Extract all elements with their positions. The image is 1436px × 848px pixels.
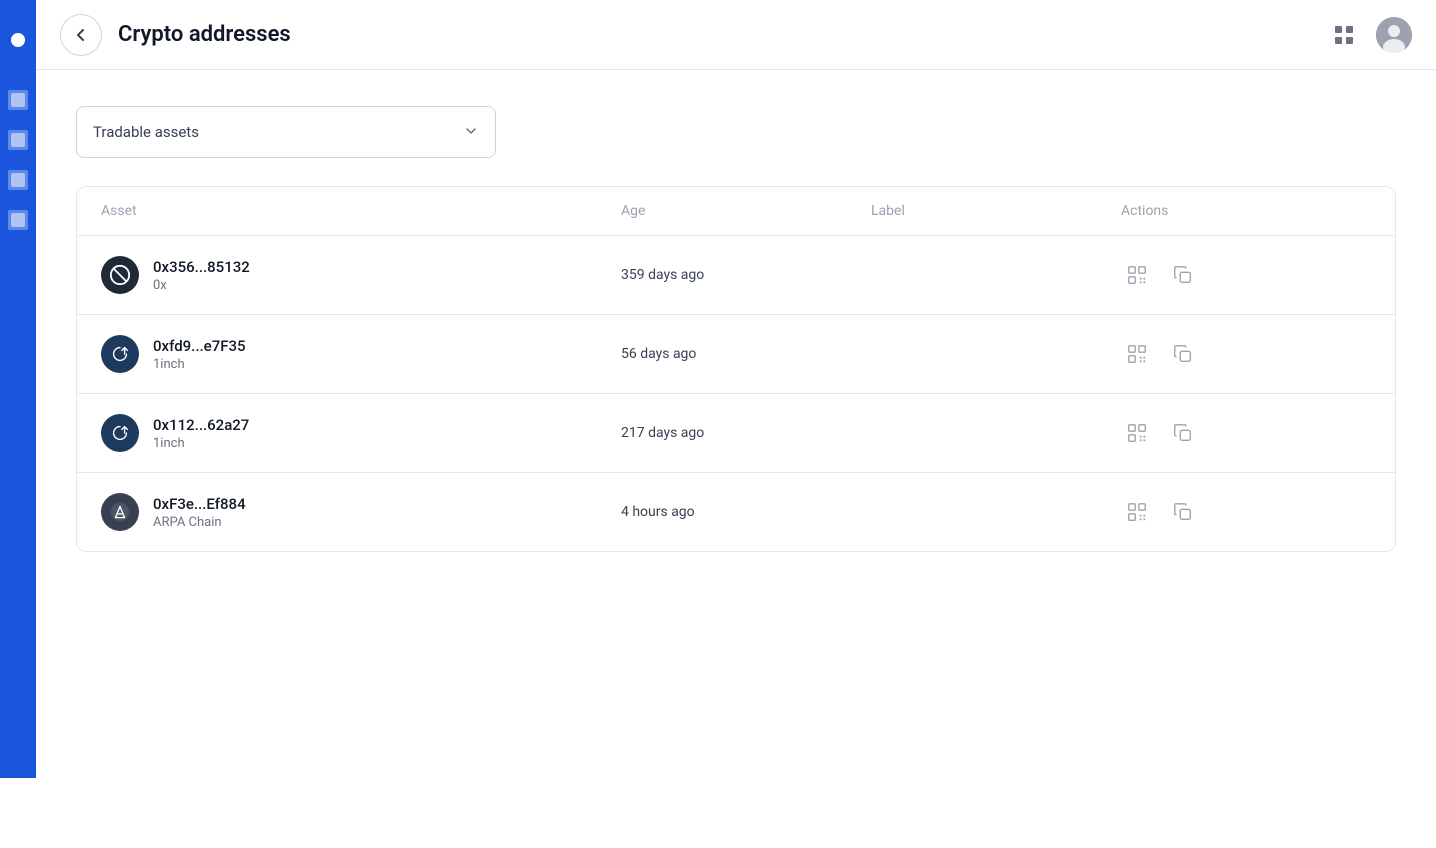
age-cell-1: 359 days ago — [621, 267, 871, 283]
dropdown-wrapper: Tradable assets — [76, 106, 1396, 158]
asset-address-4: 0xF3e...Ef884 — [153, 495, 246, 513]
qr-code-button-1[interactable] — [1121, 259, 1153, 291]
copy-button-1[interactable] — [1167, 259, 1199, 291]
header: Crypto addresses — [36, 0, 1436, 70]
header-left: Crypto addresses — [60, 14, 291, 56]
asset-address-3: 0x112...62a27 — [153, 416, 249, 434]
asset-sublabel-3: 1inch — [153, 436, 249, 451]
asset-sublabel-1: 0x — [153, 278, 250, 293]
sidebar-logo-dot — [11, 33, 25, 47]
qr-code-button-3[interactable] — [1121, 417, 1153, 449]
asset-icon-1 — [101, 256, 139, 294]
qr-code-button-2[interactable] — [1121, 338, 1153, 370]
table-header: Asset Age Label Actions — [77, 187, 1395, 236]
asset-cell-3: 0x112...62a27 1inch — [101, 414, 621, 452]
actions-cell-4 — [1121, 496, 1371, 528]
asset-cell-2: 0xfd9...e7F35 1inch — [101, 335, 621, 373]
copy-button-3[interactable] — [1167, 417, 1199, 449]
asset-icon-4 — [101, 493, 139, 531]
table-row: 0x356...85132 0x 359 days ago — [77, 236, 1395, 315]
sidebar-nav — [8, 90, 28, 230]
asset-icon-2 — [101, 335, 139, 373]
asset-info-3: 0x112...62a27 1inch — [153, 416, 249, 451]
chevron-down-icon — [463, 123, 479, 142]
actions-cell-1 — [1121, 259, 1371, 291]
qr-code-button-4[interactable] — [1121, 496, 1153, 528]
actions-cell-2 — [1121, 338, 1371, 370]
table-row: 0xfd9...e7F35 1inch 56 days ago — [77, 315, 1395, 394]
age-cell-2: 56 days ago — [621, 346, 871, 362]
asset-address-1: 0x356...85132 — [153, 258, 250, 276]
asset-cell-4: 0xF3e...Ef884 ARPA Chain — [101, 493, 621, 531]
sidebar-item-3[interactable] — [8, 170, 28, 190]
page-title: Crypto addresses — [118, 22, 291, 47]
sidebar — [0, 0, 36, 778]
dropdown-value: Tradable assets — [93, 123, 199, 141]
avatar[interactable] — [1376, 17, 1412, 53]
header-right — [1326, 17, 1412, 53]
asset-cell-1: 0x356...85132 0x — [101, 256, 621, 294]
grid-icon-button[interactable] — [1326, 17, 1362, 53]
crypto-addresses-table: Asset Age Label Actions 0x356...85132 0x — [76, 186, 1396, 552]
col-header-actions: Actions — [1121, 203, 1371, 219]
table-row: 0x112...62a27 1inch 217 days ago — [77, 394, 1395, 473]
copy-button-2[interactable] — [1167, 338, 1199, 370]
col-header-asset: Asset — [101, 203, 621, 219]
sidebar-item-4[interactable] — [8, 210, 28, 230]
col-header-age: Age — [621, 203, 871, 219]
asset-sublabel-4: ARPA Chain — [153, 515, 246, 530]
asset-info-4: 0xF3e...Ef884 ARPA Chain — [153, 495, 246, 530]
age-cell-4: 4 hours ago — [621, 504, 871, 520]
asset-info-1: 0x356...85132 0x — [153, 258, 250, 293]
col-header-label: Label — [871, 203, 1121, 219]
asset-filter-dropdown[interactable]: Tradable assets — [76, 106, 496, 158]
asset-icon-3 — [101, 414, 139, 452]
sidebar-item-1[interactable] — [8, 90, 28, 110]
back-button[interactable] — [60, 14, 102, 56]
asset-info-2: 0xfd9...e7F35 1inch — [153, 337, 246, 372]
sidebar-item-2[interactable] — [8, 130, 28, 150]
table-row: 0xF3e...Ef884 ARPA Chain 4 hours ago — [77, 473, 1395, 551]
copy-button-4[interactable] — [1167, 496, 1199, 528]
asset-address-2: 0xfd9...e7F35 — [153, 337, 246, 355]
sidebar-logo — [0, 10, 36, 70]
asset-sublabel-2: 1inch — [153, 357, 246, 372]
age-cell-3: 217 days ago — [621, 425, 871, 441]
main-content: Tradable assets Asset Age Label Actions — [36, 70, 1436, 778]
actions-cell-3 — [1121, 417, 1371, 449]
